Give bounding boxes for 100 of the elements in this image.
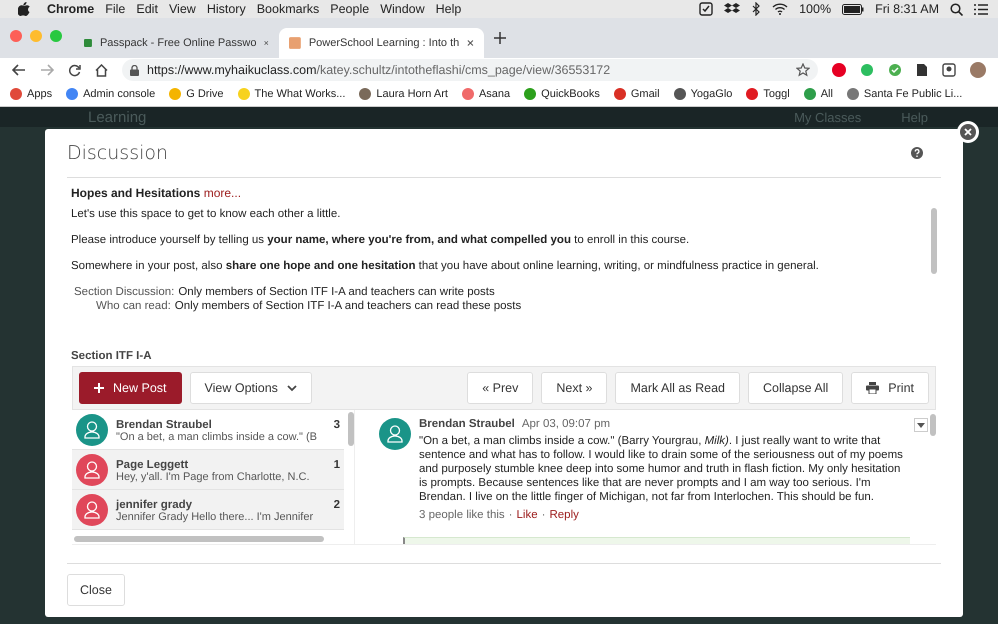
bookmark-favicon-icon bbox=[359, 88, 372, 100]
more-link[interactable]: more... bbox=[204, 186, 242, 200]
post-preview: Hey, y'all. I'm Page from Charlotte, N.C. bbox=[116, 470, 310, 482]
reload-icon[interactable] bbox=[68, 64, 81, 76]
separator-dot: · bbox=[542, 509, 546, 521]
mark-all-read-button[interactable]: Mark All as Read bbox=[615, 372, 740, 404]
scrollbar[interactable] bbox=[931, 208, 937, 274]
post-message: "On a bet, a man climbs inside a cow." (Barry Yourgrau, Milk). I just really want to write that sentence and what has to follow. I would like to drain some of the seriousness out of my poems and purposely stumble knee deep into some humor and truth in flash fiction. My only hesitation is prompts. Because sentences like that are never prompts and I am way too serious. I'm Brendan. I live on the little finger of Michigan, not far from Interlochen. This should be fun. bbox=[419, 434, 904, 504]
permission-label: Section Discussion: bbox=[74, 286, 174, 298]
bookmark-favicon-icon bbox=[462, 88, 474, 100]
permission-text: Only members of Section ITF I-A and teachers can write posts bbox=[178, 286, 495, 298]
prompt-paragraph: Please introduce yourself by telling us your name, where you're from, and what compelled you to enroll in this course. bbox=[71, 234, 690, 246]
caret-icon bbox=[917, 422, 925, 428]
bookmark-favicon-icon bbox=[169, 88, 182, 100]
new-post-button[interactable]: New Post bbox=[79, 372, 182, 404]
scrollbar[interactable] bbox=[74, 536, 324, 542]
post-menu-dropdown[interactable] bbox=[914, 418, 928, 432]
list-icon[interactable] bbox=[974, 4, 988, 14]
menu-item[interactable]: Window bbox=[380, 2, 425, 16]
back-arrow-icon[interactable] bbox=[12, 64, 26, 76]
wifi-icon[interactable] bbox=[772, 3, 788, 15]
menu-item[interactable]: Edit bbox=[136, 2, 158, 16]
view-options-button[interactable]: View Options bbox=[190, 372, 312, 404]
scrollbar[interactable] bbox=[930, 414, 936, 436]
menu-item[interactable]: Bookmarks bbox=[256, 2, 320, 16]
post-list-item[interactable]: Page Leggett 1 Hey, y'all. I'm Page from Charlotte, N.C. bbox=[72, 450, 344, 490]
battery-icon[interactable] bbox=[842, 4, 864, 14]
dialog-title: Discussion bbox=[67, 142, 168, 164]
topic-title: Hopes and Hesitations bbox=[71, 186, 200, 200]
post-author: Page Leggett bbox=[116, 458, 188, 470]
menu-item[interactable]: File bbox=[105, 2, 126, 16]
prompt-paragraph: Somewhere in your post, also share one hope and one hesitation that you have about online learning, writing, or mindfulness practice in general. bbox=[71, 260, 820, 272]
post-time: 2 bbox=[334, 498, 340, 510]
menu-item[interactable]: View bbox=[168, 2, 196, 16]
next-button[interactable]: Next » bbox=[541, 372, 608, 404]
bookmark-item[interactable]: Admin console bbox=[66, 88, 156, 100]
post-preview: "On a bet, a man climbs inside a cow." (B bbox=[116, 430, 318, 442]
post-list-item[interactable]: jennifer grady 2 Jennifer Grady Hello there... I'm Jennifer bbox=[72, 490, 344, 530]
new-tab-icon[interactable] bbox=[494, 32, 506, 44]
scrollbar[interactable] bbox=[348, 412, 354, 446]
close-button[interactable]: Close bbox=[67, 574, 125, 606]
prompt-paragraph: Let's use this space to get to know each other a little. bbox=[71, 208, 342, 220]
prev-button[interactable]: « Prev bbox=[467, 372, 534, 404]
bookmark-favicon-icon bbox=[66, 88, 78, 100]
printer-icon bbox=[866, 382, 880, 394]
permission-label: Who can read: bbox=[96, 300, 171, 312]
bookmark-favicon-icon bbox=[804, 88, 816, 100]
bookmark-favicon-icon bbox=[674, 88, 686, 100]
menu-item[interactable]: People bbox=[330, 2, 370, 16]
bookmark-item[interactable]: G Drive bbox=[169, 88, 224, 100]
post-author: Brendan Straubel bbox=[116, 418, 212, 430]
help-icon[interactable] bbox=[911, 147, 923, 159]
document-icon[interactable] bbox=[916, 63, 928, 77]
checkbox-status-icon[interactable] bbox=[699, 2, 714, 16]
reply-link[interactable]: Reply bbox=[549, 509, 579, 521]
bookmark-favicon-icon bbox=[846, 88, 859, 100]
checkmark-extension-icon[interactable] bbox=[888, 63, 902, 77]
bookmark-item[interactable]: Santa Fe Public Li... bbox=[846, 88, 962, 100]
browser-tab[interactable]: Passpack - Free Online Passwo bbox=[74, 28, 279, 58]
bookmark-favicon-icon bbox=[614, 88, 626, 100]
browser-tab[interactable]: PowerSchool Learning : Into th bbox=[279, 28, 484, 58]
bookmark-item[interactable]: Toggl bbox=[746, 88, 790, 100]
close-icon[interactable] bbox=[264, 39, 269, 47]
bookmark-item[interactable]: Gmail bbox=[614, 88, 660, 100]
menubar-clock[interactable]: Fri 8:31 AM bbox=[875, 2, 939, 16]
bookmark-favicon-icon bbox=[238, 88, 250, 100]
search-icon[interactable] bbox=[950, 2, 963, 16]
app-name-menu[interactable]: Chrome bbox=[47, 2, 94, 16]
avatar-icon[interactable] bbox=[970, 62, 986, 78]
bookmark-item[interactable]: The What Works... bbox=[238, 88, 346, 100]
permission-text: Only members of Section ITF I-A and teachers can read these posts bbox=[174, 300, 522, 312]
separator-dot: · bbox=[508, 509, 513, 521]
bookmark-favicon-icon bbox=[10, 88, 22, 100]
post-time: 3 bbox=[334, 418, 340, 430]
menu-item[interactable]: History bbox=[206, 2, 246, 16]
post-author: jennifer grady bbox=[116, 498, 192, 510]
print-button[interactable]: Print bbox=[851, 372, 929, 404]
bookmark-item[interactable]: QuickBooks bbox=[524, 88, 600, 100]
like-link[interactable]: Like bbox=[516, 509, 538, 521]
post-time: 1 bbox=[334, 458, 340, 470]
bookmark-item[interactable]: Laura Horn Art bbox=[359, 88, 448, 100]
close-icon[interactable] bbox=[467, 39, 474, 47]
post-author: Brendan Straubel bbox=[419, 418, 515, 430]
home-icon[interactable] bbox=[95, 64, 108, 76]
bookmark-item[interactable]: Asana bbox=[462, 88, 510, 100]
bookmark-item[interactable]: Apps bbox=[10, 88, 52, 100]
post-preview: Jennifer Grady Hello there... I'm Jennifer bbox=[116, 510, 314, 522]
bluetooth-icon[interactable] bbox=[751, 2, 762, 16]
section-title: Section ITF I-A bbox=[70, 349, 152, 364]
bookmark-item[interactable]: YogaGlo bbox=[674, 88, 732, 100]
chevron-down-icon bbox=[286, 384, 297, 392]
address-bar[interactable]: https://www.myhaikuclass.com/katey.schultz/intotheflashi/cms_page/view/36553172 bbox=[122, 59, 818, 81]
like-count: 3 people like this bbox=[419, 509, 505, 521]
menu-item[interactable]: Help bbox=[436, 2, 462, 16]
bookmark-favicon-icon bbox=[746, 88, 758, 100]
collapse-all-button[interactable]: Collapse All bbox=[748, 372, 844, 404]
bookmark-item[interactable]: All bbox=[804, 88, 833, 100]
site-favicon-icon bbox=[84, 36, 92, 50]
apple-icon[interactable] bbox=[18, 2, 30, 16]
battery-percentage: 100% bbox=[799, 2, 832, 16]
